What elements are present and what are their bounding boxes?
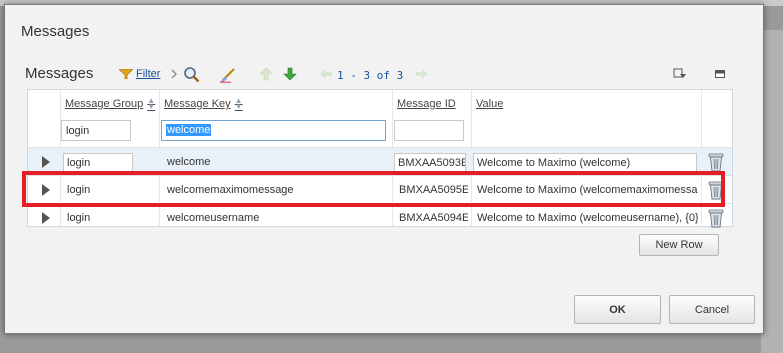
clear-filter-icon (220, 67, 235, 83)
clear-filter-button[interactable] (219, 66, 237, 83)
cell-message-group[interactable]: login (64, 181, 156, 201)
sort-icon: ▲ ▼ (234, 96, 243, 111)
cell-message-key[interactable]: welcomemaximomessage (164, 181, 388, 201)
column-label-message-key: Message Key (164, 98, 231, 110)
filter-input-message-id[interactable] (394, 120, 464, 141)
cancel-button[interactable]: Cancel (669, 295, 755, 324)
cell-message-group[interactable]: login (63, 153, 133, 173)
cell-message-key[interactable]: welcome (164, 153, 384, 173)
pager-text: 1 - 3 of 3 (337, 69, 404, 82)
column-label-value: Value (476, 98, 504, 110)
cell-value[interactable]: Welcome to Maximo (welcomemaximomessage) (474, 181, 698, 201)
messages-dialog: Messages Messages Filter 1 - 3 of 3 Mess… (4, 4, 764, 334)
trash-icon[interactable] (708, 152, 724, 172)
filter-label: Filter (136, 68, 161, 80)
filter-chevron-icon (171, 66, 177, 82)
trash-icon[interactable] (708, 180, 724, 200)
table-row[interactable]: login welcome BMXAA5093E Welcome to Maxi… (28, 147, 732, 175)
column-label-message-id: Message ID (397, 98, 456, 110)
dialog-title: Messages (21, 23, 90, 40)
cell-message-id[interactable]: BMXAA5093E (394, 153, 466, 173)
cell-value[interactable]: Welcome to Maximo (welcomeusername), {0} (474, 209, 698, 229)
table-toolbar: Messages Filter 1 - 3 of 3 (23, 63, 729, 85)
cell-value[interactable]: Welcome to Maximo (welcome) (473, 153, 697, 173)
up-arrow-icon (259, 67, 273, 81)
column-header-message-group[interactable]: Message Group ▲ ▼ (65, 96, 156, 111)
filter-button[interactable]: Filter (119, 66, 160, 82)
cell-message-id[interactable]: BMXAA5095E (396, 181, 468, 201)
table-row[interactable]: login welcomeusername BMXAA5094E Welcome… (28, 203, 732, 231)
filter-icon (119, 69, 133, 79)
sort-icon: ▲ ▼ (147, 96, 156, 111)
next-page-button[interactable] (415, 66, 429, 82)
search-button[interactable] (183, 66, 200, 82)
cell-message-id[interactable]: BMXAA5094E (396, 209, 468, 229)
search-icon (184, 66, 200, 82)
trash-icon[interactable] (708, 208, 724, 228)
background-side-panel (761, 30, 783, 353)
download-button[interactable] (673, 66, 687, 82)
table-header: Message Group ▲ ▼ Message Key ▲ ▼ Message … (28, 90, 732, 147)
new-row-button[interactable]: New Row (639, 234, 719, 256)
move-up-button[interactable] (259, 66, 273, 82)
section-title: Messages (25, 65, 94, 82)
filter-input-message-group[interactable] (61, 120, 131, 141)
row-expand-icon[interactable] (42, 184, 50, 196)
cell-message-group[interactable]: login (64, 209, 156, 229)
down-arrow-icon (283, 67, 297, 81)
filter-input-message-key[interactable]: welcome (161, 120, 386, 141)
table-row[interactable]: login welcomemaximomessage BMXAA5095E We… (28, 175, 732, 203)
row-expand-icon[interactable] (42, 212, 50, 224)
collapse-icon (715, 70, 725, 78)
messages-table: Message Group ▲ ▼ Message Key ▲ ▼ Message … (27, 89, 733, 228)
cell-message-key[interactable]: welcomeusername (164, 209, 388, 229)
ok-button[interactable]: OK (574, 295, 661, 324)
column-header-message-id[interactable]: Message ID (397, 98, 456, 110)
prev-page-icon (320, 69, 332, 79)
prev-page-button[interactable] (319, 66, 333, 82)
move-down-button[interactable] (283, 66, 297, 82)
next-page-icon (416, 69, 428, 79)
collapse-button[interactable] (715, 66, 725, 82)
row-expand-icon[interactable] (42, 156, 50, 168)
filter-input-message-key-text: welcome (166, 124, 212, 136)
download-icon (673, 68, 686, 78)
column-header-value[interactable]: Value (476, 98, 503, 110)
column-label-message-group: Message Group (65, 98, 144, 110)
column-header-message-key[interactable]: Message Key ▲ ▼ (164, 96, 243, 111)
